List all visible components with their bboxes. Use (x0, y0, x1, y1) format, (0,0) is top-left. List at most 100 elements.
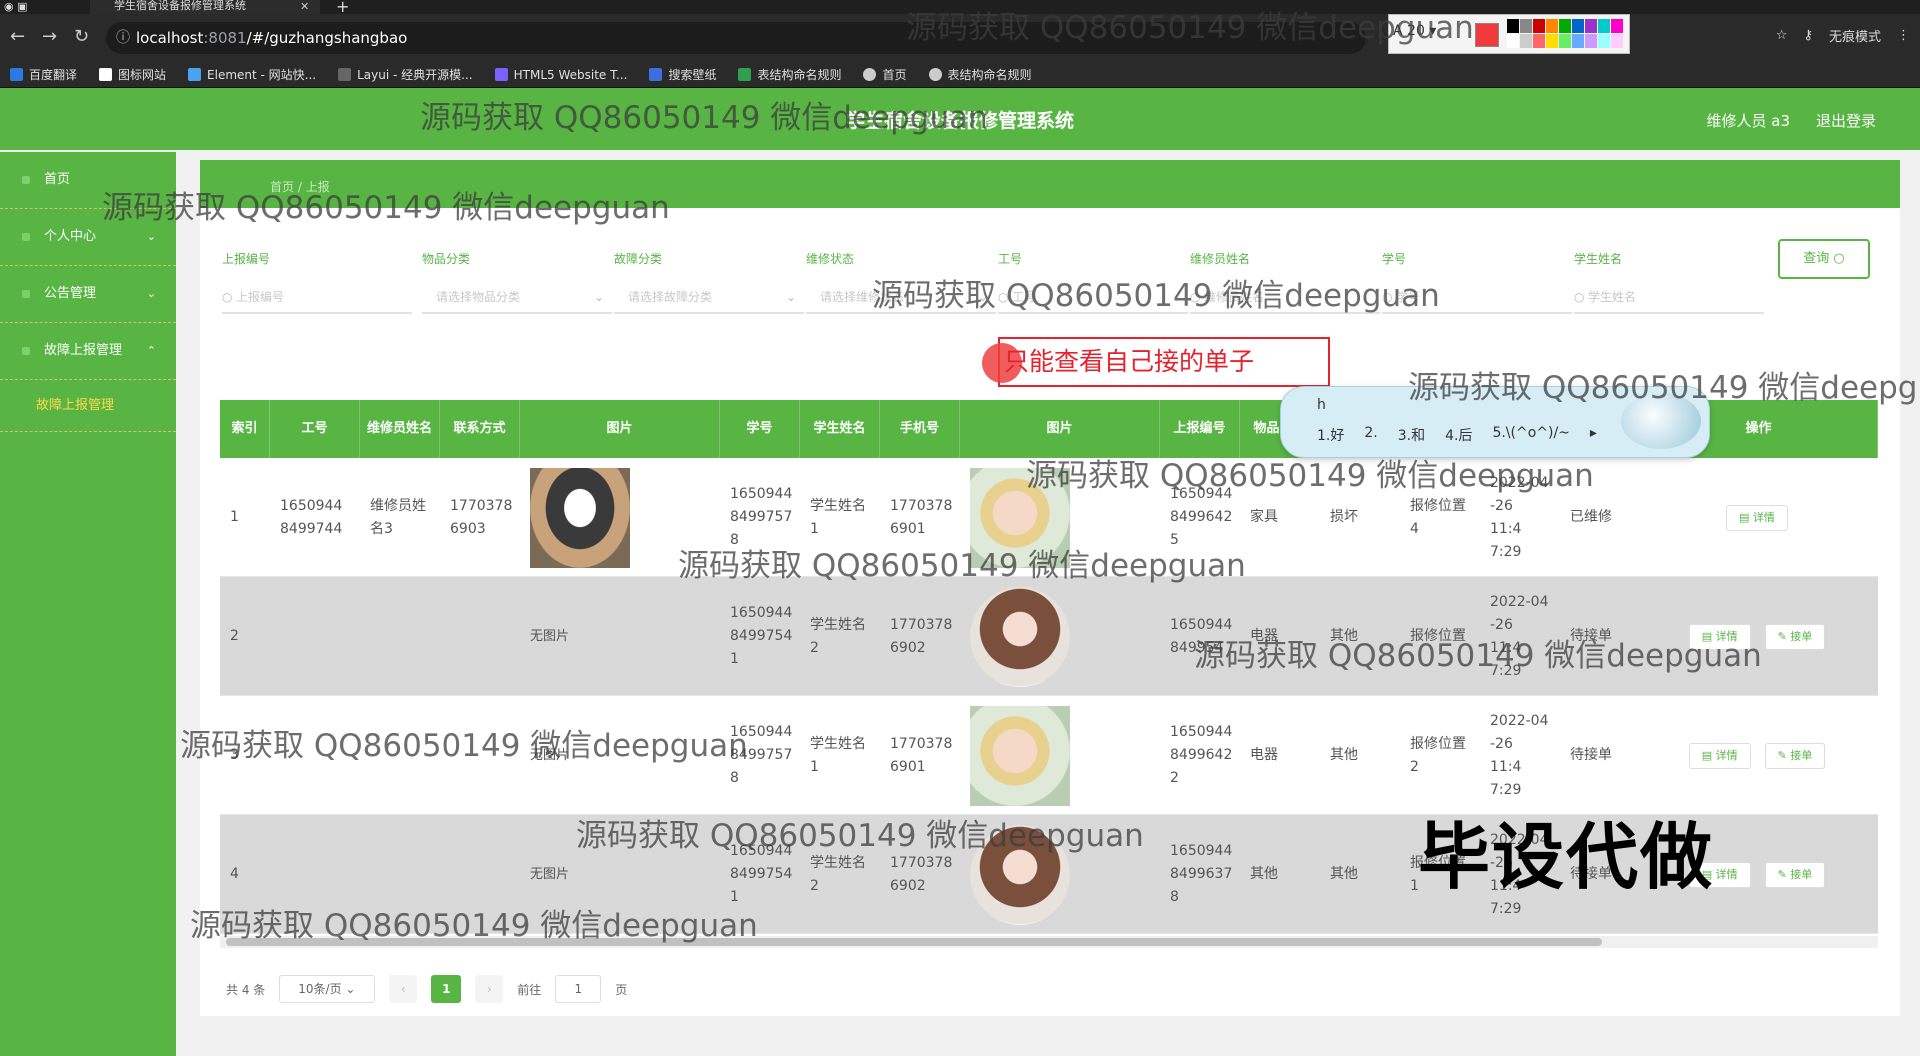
tab-close-icon[interactable]: ✕ (300, 0, 309, 13)
incognito-label[interactable]: 无痕模式 (1829, 26, 1881, 45)
window-controls[interactable]: ◉ ▣ (4, 0, 64, 13)
table-cell-img1 (520, 458, 720, 577)
logout-button[interactable]: 退出登录 (1816, 110, 1876, 131)
detail-button[interactable]: ▤ 详情 (1726, 504, 1788, 531)
browser-tab[interactable]: 学生宿舍设备报修管理系统 (90, 0, 320, 14)
item-category-select[interactable]: 请选择物品分类 ⌄ (422, 284, 612, 314)
table-cell-code: 1650944 8499642 2 (1170, 724, 1233, 786)
sidebar-item-label: 首页 (44, 172, 71, 187)
chevron-down-icon: ⌄ (593, 290, 604, 304)
url-path: /#/guzhangshangbao (246, 29, 408, 47)
prev-page-button[interactable]: ‹ (389, 975, 418, 1003)
info-icon[interactable]: ⓘ (116, 22, 130, 54)
ime-candidate[interactable]: 2. (1364, 425, 1377, 445)
ime-next-icon[interactable]: ▸ (1590, 425, 1597, 445)
bookmark-item[interactable]: Element - 网站快... (188, 66, 316, 83)
chevron-down-icon: ⌄ (785, 290, 796, 304)
fault-category-select[interactable]: 请选择故障分类 ⌄ (614, 284, 804, 314)
brush-size[interactable]: A 20 ▾ (1393, 23, 1436, 39)
accept-order-button[interactable]: ✎ 接单 (1764, 861, 1826, 888)
ime-candidate[interactable]: 5.\(^o^)/~ (1492, 425, 1569, 445)
filter-label: 上报编号 (222, 252, 271, 266)
avatar (970, 467, 1070, 568)
ime-code: h (1317, 397, 1326, 413)
placeholder: 工号 (1012, 290, 1037, 304)
cat-photo (530, 467, 630, 568)
key-icon[interactable]: ⚷ (1803, 28, 1813, 43)
scrollbar-thumb[interactable] (226, 938, 1602, 946)
table-row[interactable]: 1 1650944 8499744 维修员姓 名3 1770378 6903 16509… (220, 458, 1878, 577)
query-button[interactable]: 查询 ○ (1778, 239, 1870, 279)
chevron-down-icon: ⌄ (977, 290, 988, 304)
more-icon[interactable]: ⋮ (1897, 28, 1910, 43)
table-cell-fault: 其他 (1330, 628, 1358, 644)
horizontal-scrollbar[interactable] (220, 936, 1878, 948)
page-size-select[interactable]: 10条/页 ⌄ (279, 975, 376, 1003)
filter-student-name: 学生姓名 ○ 学生姓名 (1574, 250, 1764, 314)
report-code-input[interactable]: ○ 上报编号 (222, 284, 412, 314)
filter-repair-status: 维修状态 请选择维修状态 ⌄ (806, 250, 996, 314)
address-bar-row: ← → ↻ ⓘ localhost:8081/#/guzhangshangbao… (0, 14, 1920, 62)
column-header: 索引 (220, 400, 270, 458)
screen-annotation-toolbar: A 20 ▾ (1388, 14, 1630, 54)
placeholder: 请选择维修状态 (820, 290, 905, 304)
table-cell-xuehao: 1650944 8499754 1 (730, 605, 793, 667)
current-color-swatch[interactable] (1475, 23, 1499, 47)
page-number-current[interactable]: 1 (431, 975, 462, 1003)
table-cell-status: 待接单 (1570, 628, 1612, 644)
bookmark-label: 图标网站 (118, 68, 167, 82)
table-cell-student: 学生姓名 2 (810, 616, 866, 656)
column-header: 联系方式 (440, 400, 520, 458)
bookmark-item[interactable]: 首页 (863, 66, 907, 83)
bookmark-item[interactable]: HTML5 Website T... (494, 68, 627, 82)
sidebar-item-notice[interactable]: 公告管理 ⌄ (0, 266, 176, 323)
detail-button[interactable]: ▤ 详情 (1688, 623, 1751, 650)
repairer-name-input[interactable]: ○ 维修员姓名 (1190, 284, 1380, 314)
next-page-button[interactable]: › (475, 975, 504, 1003)
accept-order-button[interactable]: ✎ 接单 (1764, 623, 1826, 650)
repair-status-select[interactable]: 请选择维修状态 ⌄ (806, 284, 996, 314)
placeholder: 请选择物品分类 (436, 290, 521, 304)
filter-label: 学号 (1382, 252, 1407, 266)
accept-order-button[interactable]: ✎ 接单 (1764, 742, 1826, 769)
fault-icon (22, 347, 30, 355)
forward-icon[interactable]: → (42, 26, 57, 47)
column-header: 维修员姓名 (360, 400, 440, 458)
bookmark-item[interactable]: Layui - 经典开源模... (338, 66, 473, 83)
search-icon: ○ (1833, 251, 1845, 266)
back-icon[interactable]: ← (10, 26, 25, 47)
brush-size-value: 20 (1407, 23, 1425, 39)
app-header: 学生宿舍设备报修管理系统 维修人员 a3 退出登录 (0, 88, 1920, 150)
sidebar-item-fault-report[interactable]: 故障上报管理 ⌃ (0, 323, 176, 380)
sidebar-item-profile[interactable]: 个人中心 ⌄ (0, 209, 176, 266)
bookmark-item[interactable]: 图标网站 (99, 66, 166, 83)
detail-button[interactable]: ▤ 详情 (1688, 742, 1751, 769)
page-title: 学生宿舍设备报修管理系统 (845, 110, 1074, 132)
ime-candidate[interactable]: 1.好 (1317, 425, 1344, 445)
ime-candidate[interactable]: 4.后 (1445, 425, 1472, 445)
goto-page-input[interactable]: 1 (555, 975, 602, 1003)
table-cell-img1: 无图片 (520, 577, 720, 696)
bookmark-item[interactable]: 搜索壁纸 (649, 66, 716, 83)
table-cell-code: 1650944 8499642 5 (1170, 486, 1233, 548)
ime-candidate[interactable]: 3.和 (1398, 425, 1425, 445)
table-cell-phone (440, 696, 520, 815)
sidebar-item-home[interactable]: 首页 (0, 152, 176, 209)
url-input[interactable]: ⓘ localhost:8081/#/guzhangshangbao (106, 22, 1366, 54)
reload-icon[interactable]: ↻ (74, 26, 89, 47)
filter-label: 维修员姓名 (1190, 252, 1251, 266)
bookmark-item[interactable]: 表结构命名规则 (738, 66, 841, 83)
student-no-input[interactable]: ○ 学号 (1382, 284, 1572, 314)
bookmark-item[interactable]: 表结构命名规则 (928, 66, 1032, 83)
star-icon[interactable]: ☆ (1776, 28, 1788, 43)
bookmark-item[interactable]: 百度翻译 (10, 66, 77, 83)
color-palette[interactable] (1507, 19, 1623, 48)
staff-no-input[interactable]: ○ 工号 (998, 284, 1188, 314)
table-row[interactable]: 2 无图片 1650944 8499754 1 学生姓名 2 1770378 6902 1… (220, 577, 1878, 696)
column-header: 手机号 (880, 400, 960, 458)
sidebar-subitem-fault-report[interactable]: 故障上报管理 (0, 380, 176, 432)
student-name-input[interactable]: ○ 学生姓名 (1574, 284, 1764, 314)
bookmark-icon (10, 68, 23, 81)
notice-icon (22, 290, 30, 298)
table-cell-gonghao (270, 815, 360, 934)
